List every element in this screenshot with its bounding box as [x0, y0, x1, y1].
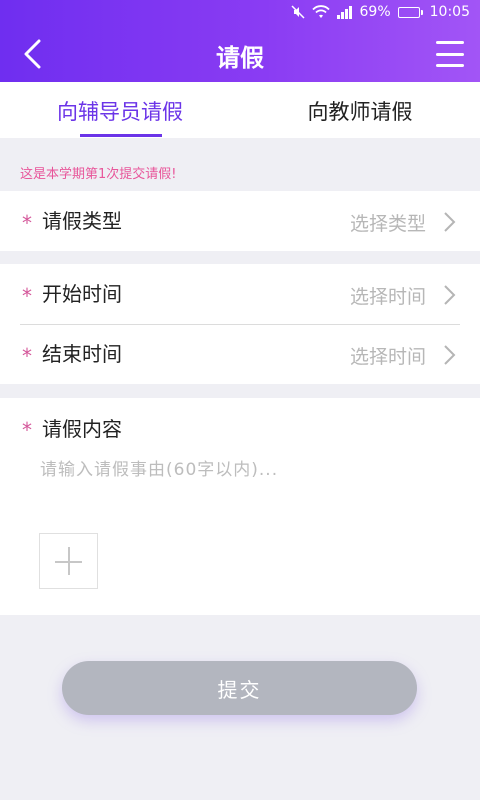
required-mark: * [22, 211, 32, 235]
required-mark: * [22, 418, 32, 442]
submission-notice: 这是本学期第1次提交请假! [20, 167, 177, 182]
required-mark: * [22, 344, 32, 368]
leave-content-label: 请假内容 [42, 417, 122, 441]
chevron-right-icon [444, 285, 456, 305]
add-attachment-button[interactable] [39, 533, 98, 589]
row-divider [20, 324, 460, 325]
battery-icon [397, 6, 423, 18]
leave-type-row[interactable]: * 请假类型 选择类型 [0, 191, 480, 251]
leave-type-label: 请假类型 [42, 209, 122, 233]
start-time-row[interactable]: * 开始时间 选择时间 [0, 264, 480, 324]
wifi-icon [311, 5, 330, 19]
tab-teacher-leave[interactable]: 向教师请假 [240, 82, 480, 138]
app-header: 69% 10:05 请假 [0, 0, 480, 82]
start-time-value: 选择时间 [349, 286, 426, 308]
signal-icon [336, 5, 353, 19]
leave-type-card: * 请假类型 选择类型 [0, 191, 480, 251]
status-icons: 69% 10:05 [290, 4, 470, 20]
tab-bar: 向辅导员请假 向教师请假 [0, 82, 480, 138]
leave-reason-input[interactable] [40, 455, 440, 515]
hamburger-menu-icon[interactable] [436, 41, 464, 67]
end-time-label: 结束时间 [42, 342, 122, 366]
end-time-row[interactable]: * 结束时间 选择时间 [0, 324, 480, 384]
battery-percent: 69% [359, 4, 391, 20]
mute-icon [290, 5, 305, 19]
required-mark: * [22, 284, 32, 308]
status-bar: 69% 10:05 [0, 0, 480, 26]
start-time-label: 开始时间 [42, 282, 122, 306]
submit-button[interactable]: 提交 [62, 661, 417, 715]
page-title: 请假 [216, 44, 264, 72]
end-time-value: 选择时间 [349, 346, 426, 368]
active-tab-indicator [80, 134, 162, 137]
tab-counselor-leave[interactable]: 向辅导员请假 [0, 82, 240, 138]
chevron-right-icon [444, 345, 456, 365]
status-time: 10:05 [429, 4, 470, 20]
chevron-right-icon [444, 212, 456, 232]
leave-type-value: 选择类型 [349, 213, 426, 235]
